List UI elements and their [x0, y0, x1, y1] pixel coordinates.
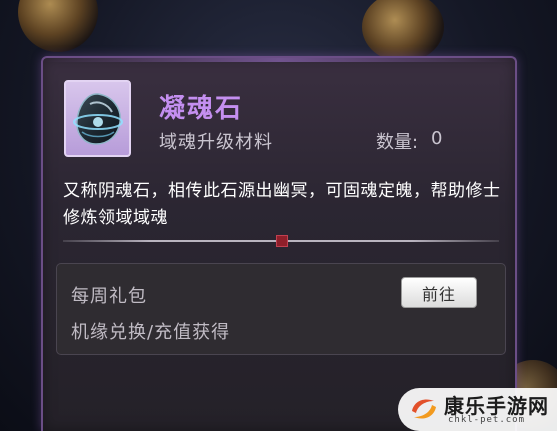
- background-planet-right: [362, 0, 444, 62]
- quantity-value: 0: [431, 128, 443, 149]
- quantity-label: 数量:: [376, 132, 419, 153]
- item-detail-panel: 凝魂石 域魂升级材料 数量: 0 又称阴魂石，相传此石源出幽冥，可固魂定魄，帮助…: [41, 56, 517, 431]
- divider-gem-icon: [276, 235, 288, 247]
- item-name: 凝魂石: [159, 94, 244, 124]
- item-icon-frame: [64, 80, 131, 157]
- watermark-url: chkl-pet.com: [448, 415, 526, 425]
- background-planet-left: [18, 0, 98, 52]
- panel-top-glow: [43, 58, 515, 62]
- source-entry: 每周礼包 前往 机缘兑换/充值获得: [56, 263, 506, 355]
- source-detail: 机缘兑换/充值获得: [71, 322, 231, 343]
- item-type: 域魂升级材料: [159, 132, 273, 153]
- goto-button[interactable]: 前往: [401, 277, 477, 308]
- source-title: 每周礼包: [71, 286, 147, 307]
- item-description: 又称阴魂石，相传此石源出幽冥，可固魂定魄，帮助修士修炼领域域魂: [63, 181, 501, 228]
- soul-stone-icon: [73, 93, 123, 145]
- watermark: 康乐手游网 chkl-pet.com: [398, 388, 557, 431]
- watermark-logo-icon: [412, 399, 436, 419]
